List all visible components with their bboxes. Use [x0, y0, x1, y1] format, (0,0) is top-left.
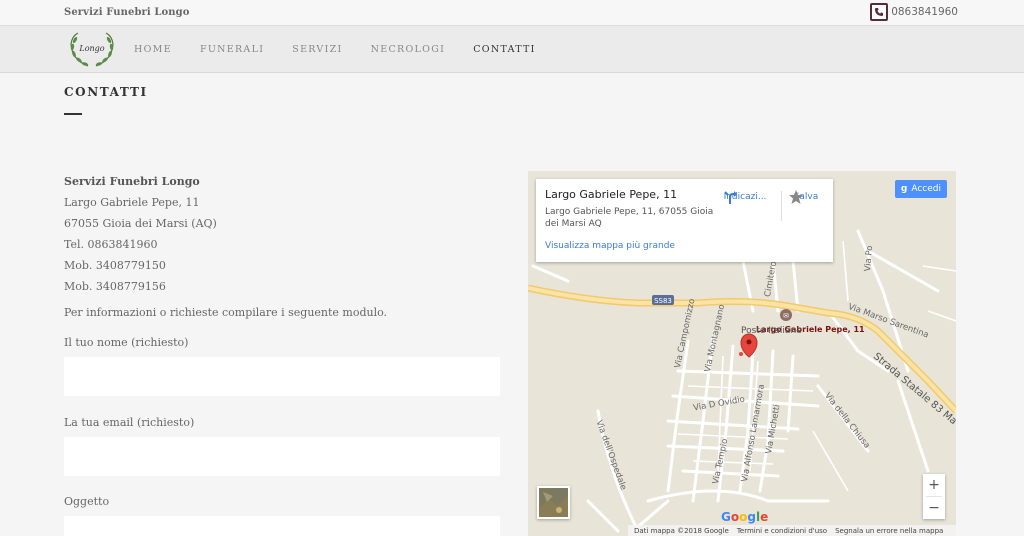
- logo-text: Longo: [78, 44, 104, 53]
- phone-icon: [870, 3, 889, 21]
- logo[interactable]: Longo: [66, 30, 118, 70]
- contact-city: 67055 Gioia dei Marsi (AQ): [64, 217, 217, 230]
- svg-text:✉: ✉: [783, 312, 789, 320]
- place-card-address: Largo Gabriele Pepe, 11, 67055 Gioia dei…: [545, 207, 714, 229]
- star-icon: [789, 190, 803, 204]
- google-g-icon: g: [900, 184, 908, 194]
- subject-label: Oggetto: [64, 495, 110, 508]
- nav-funerali[interactable]: FUNERALI: [200, 44, 264, 55]
- directions-icon: [724, 191, 737, 204]
- nav-necrologi[interactable]: NECROLOGI: [371, 44, 446, 55]
- contact-mob-1: Mob. 3408779150: [64, 259, 166, 272]
- contact-info: Servizi Funebri Longo Largo Gabriele Pep…: [64, 171, 217, 297]
- card-divider: [781, 191, 782, 221]
- title-divider: [64, 113, 82, 115]
- larger-map-link[interactable]: Visualizza mappa più grande: [545, 241, 675, 251]
- save-button[interactable]: Salva: [788, 189, 824, 204]
- place-card-title: Largo Gabriele Pepe, 11: [545, 188, 678, 201]
- google-logo: Google: [721, 510, 769, 524]
- nav-servizi[interactable]: SERVIZI: [292, 44, 342, 55]
- nav-contatti[interactable]: CONTATTI: [473, 44, 536, 55]
- directions-button[interactable]: Indicazi...: [722, 189, 768, 204]
- map-report-link[interactable]: Segnala un errore nella mappa: [835, 527, 943, 535]
- top-bar: Servizi Funebri Longo 0863841960: [0, 0, 1024, 26]
- page-title: CONTATTI: [64, 85, 148, 99]
- road-badge: SS83: [654, 297, 672, 305]
- map-footer: Dati mappa ©2018 Google Termini e condiz…: [628, 525, 956, 536]
- name-label: Il tuo nome (richiesto): [64, 336, 189, 349]
- zoom-in-button[interactable]: +: [923, 474, 945, 496]
- nav-home[interactable]: HOME: [134, 44, 172, 55]
- form-intro: Per informazioni o richieste compilare i…: [64, 306, 388, 319]
- satellite-toggle[interactable]: [537, 486, 570, 519]
- map-terms-link[interactable]: Termini e condizioni d'uso: [737, 527, 827, 535]
- name-field[interactable]: [64, 357, 500, 396]
- poste-label: Poste Italiane: [741, 326, 802, 336]
- top-phone[interactable]: 0863841960: [870, 3, 958, 21]
- menu: HOME FUNERALI SERVIZI NECROLOGI CONTATTI: [134, 44, 564, 55]
- contact-name: Servizi Funebri Longo: [64, 175, 200, 188]
- email-label: La tua email (richiesto): [64, 416, 195, 429]
- contact-mob-2: Mob. 3408779156: [64, 280, 166, 293]
- phone-number: 0863841960: [891, 6, 958, 18]
- email-field[interactable]: [64, 437, 500, 476]
- main-navigation: Longo HOME FUNERALI SERVIZI NECROLOGI CO…: [0, 26, 1024, 73]
- zoom-control: + −: [923, 474, 945, 519]
- contact-address: Largo Gabriele Pepe, 11: [64, 196, 200, 209]
- subject-field[interactable]: [64, 516, 500, 536]
- place-card: Largo Gabriele Pepe, 11 Largo Gabriele P…: [536, 179, 833, 262]
- google-map[interactable]: SS83 ✉ Largo Gabriele Pepe, 11 Poste Ita…: [528, 171, 956, 536]
- map-data-credit: Dati mappa ©2018 Google: [634, 526, 729, 535]
- brand-name: Servizi Funebri Longo: [64, 7, 190, 18]
- zoom-out-button[interactable]: −: [923, 497, 945, 519]
- signin-button[interactable]: g Accedi: [894, 180, 947, 198]
- signin-label: Accedi: [911, 184, 941, 194]
- contact-tel: Tel. 0863841960: [64, 238, 158, 251]
